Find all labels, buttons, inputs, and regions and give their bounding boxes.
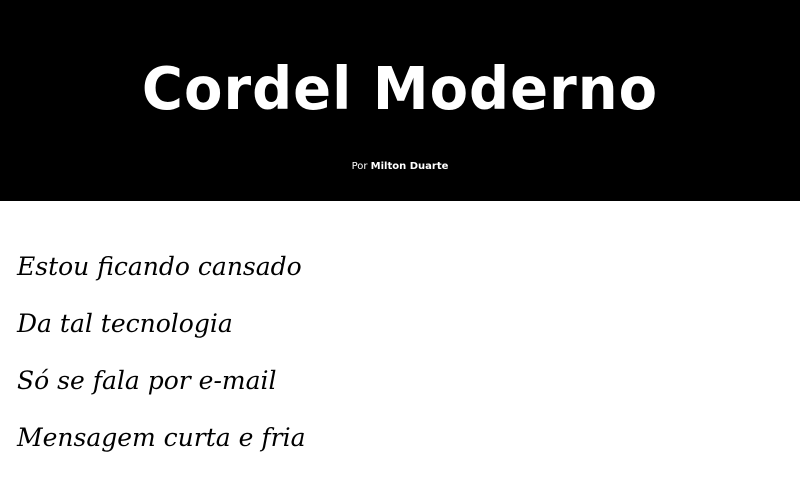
poem-line: Estou ficando cansado	[17, 252, 302, 281]
poem-verse: Estou ficando cansado Da tal tecnologia …	[17, 252, 777, 480]
author-name: Milton Duarte	[370, 161, 449, 172]
byline: Por Milton Duarte	[0, 160, 800, 174]
poem-line: Da tal tecnologia	[17, 309, 233, 338]
page-header: Cordel Moderno Por Milton Duarte	[0, 0, 800, 201]
poem-line: Só se fala por e-mail	[17, 366, 277, 395]
byline-prefix: Por	[351, 161, 368, 172]
page-title: Cordel Moderno	[141, 55, 659, 124]
poem-line: Mensagem curta e fria	[17, 423, 306, 452]
